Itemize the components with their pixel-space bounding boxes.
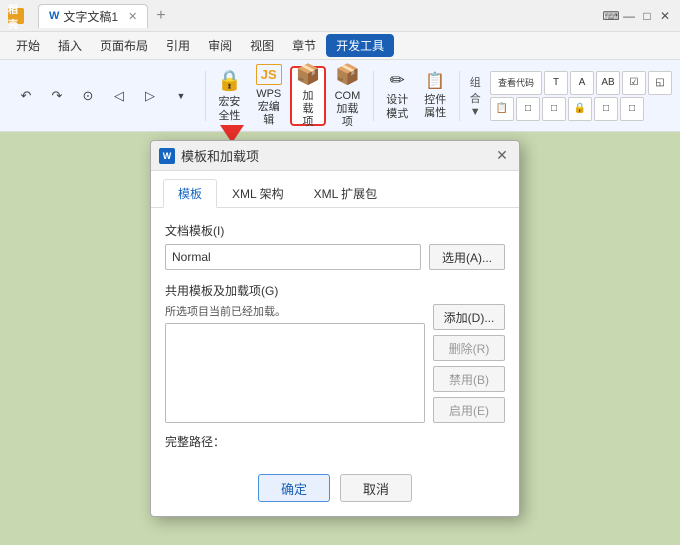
print-btn[interactable]: ⊙	[74, 82, 102, 110]
menu-review[interactable]: 审阅	[200, 34, 240, 57]
add-template-button[interactable]: 添加(D)...	[433, 304, 505, 330]
menu-view[interactable]: 视图	[242, 34, 282, 57]
com-addins-label: COM 加载项	[334, 90, 361, 130]
dialog-title-icon: W	[159, 148, 175, 164]
doc-tab-icon: W	[49, 10, 59, 22]
shared-templates-section: 共用模板及加载项(G) 所选项目当前已经加载。 添加(D)... 删除(R) 禁…	[165, 282, 505, 423]
control-props-icon: 📋	[425, 71, 445, 91]
security-button[interactable]: 🔒 宏安全性	[211, 66, 247, 126]
tr-btn-8[interactable]: □	[542, 97, 566, 121]
js-icon: JS	[256, 64, 282, 85]
dialog-title-text: 模板和加载项	[181, 146, 493, 165]
menu-chapter[interactable]: 章节	[284, 34, 324, 57]
doc-template-label: 文档模板(I)	[165, 222, 505, 239]
tr-btn-10[interactable]: □	[594, 97, 618, 121]
addins-icon: 📦	[296, 62, 321, 87]
select-template-button[interactable]: 选用(A)...	[429, 244, 505, 270]
maximize-icon[interactable]: □	[640, 9, 654, 23]
menu-page-layout[interactable]: 页面布局	[92, 34, 156, 57]
tr-btn-check[interactable]: ☑	[622, 71, 646, 95]
tr-btn-corner[interactable]: ◱	[648, 71, 672, 95]
doc-tab[interactable]: W 文字文稿1 ✕	[38, 4, 148, 28]
doc-template-row: 选用(A)...	[165, 244, 505, 270]
design-mode-icon: ✏	[390, 70, 405, 91]
shared-templates-label: 共用模板及加载项(G)	[165, 282, 425, 299]
doc-tab-close[interactable]: ✕	[128, 10, 137, 23]
security-label: 宏安全性	[217, 96, 241, 122]
full-path-label: 完整路径：	[165, 433, 505, 450]
tr-btn-9[interactable]: 🔒	[568, 97, 592, 121]
shared-templates-actions: 添加(D)... 删除(R) 禁用(B) 启用(E)	[433, 282, 505, 423]
control-props-button[interactable]: 📋 控件属性	[417, 66, 453, 126]
app-logo: 稻壳	[8, 8, 24, 24]
tab-area: W 文字文稿1 ✕ +	[38, 4, 170, 28]
minimize-icon[interactable]: —	[622, 9, 636, 23]
toolbar: ↶ ↷ ⊙ ◁ ▷ ▼ 🔒 宏安全性 JS WPS 宏编辑 📦 加载项 📦 CO…	[0, 60, 680, 132]
dropdown-btn[interactable]: ▼	[167, 82, 195, 110]
menu-start[interactable]: 开始	[8, 34, 48, 57]
security-icon: 🔒	[217, 68, 242, 93]
dialog-tab-xml-extension[interactable]: XML 扩展包	[299, 179, 393, 208]
dialog-tabs: 模板 XML 架构 XML 扩展包	[151, 171, 519, 208]
tr-btn-6[interactable]: 📋	[490, 97, 514, 121]
shared-templates-left: 共用模板及加载项(G) 所选项目当前已经加载。	[165, 282, 425, 423]
next-btn[interactable]: ▷	[136, 82, 164, 110]
undo-btn[interactable]: ↶	[12, 82, 40, 110]
control-props-label: 控件属性	[423, 94, 447, 120]
wps-macro-button[interactable]: JS WPS 宏编辑	[249, 66, 288, 126]
redo-btn[interactable]: ↷	[43, 82, 71, 110]
menu-bar: 开始 插入 页面布局 引用 审阅 视图 章节 开发工具	[0, 32, 680, 60]
dialog-tab-xml-schema[interactable]: XML 架构	[217, 179, 299, 208]
tr-btn-A[interactable]: A	[570, 71, 594, 95]
doc-tab-title: 文字文稿1	[63, 8, 118, 25]
dialog-close-button[interactable]: ✕	[493, 147, 511, 165]
design-mode-button[interactable]: ✏ 设计模式	[379, 66, 415, 126]
remove-template-button[interactable]: 删除(R)	[433, 335, 505, 361]
window-close-icon[interactable]: ✕	[658, 9, 672, 23]
toolbar-right: 查看代码 T A AB ☑ ◱ 📋 □ □ 🔒 □ □	[490, 71, 672, 121]
doc-template-input[interactable]	[165, 244, 421, 270]
addins-label: 加载项	[298, 90, 318, 130]
dialog-footer: 确定 取消	[151, 464, 519, 516]
toolbar-right-row-1: 查看代码 T A AB ☑ ◱	[490, 71, 672, 95]
title-bar: 稻壳 W 文字文稿1 ✕ + ⌨ — □ ✕	[0, 0, 680, 32]
design-mode-label: 设计模式	[385, 94, 409, 120]
enable-template-button[interactable]: 启用(E)	[433, 397, 505, 423]
com-addins-button[interactable]: 📦 COM 加载项	[328, 66, 367, 126]
cancel-button[interactable]: 取消	[340, 474, 412, 502]
dialog-title-bar: W 模板和加载项 ✕	[151, 141, 519, 171]
menu-references[interactable]: 引用	[158, 34, 198, 57]
menu-insert[interactable]: 插入	[50, 34, 90, 57]
menu-dev-tools[interactable]: 开发工具	[326, 34, 394, 57]
combine-label: 组合▼	[466, 74, 488, 118]
disable-template-button[interactable]: 禁用(B)	[433, 366, 505, 392]
tr-btn-T[interactable]: T	[544, 71, 568, 95]
title-bar-left: 稻壳 W 文字文稿1 ✕ +	[8, 4, 170, 28]
tr-btn-AB[interactable]: AB	[596, 71, 620, 95]
prev-btn[interactable]: ◁	[105, 82, 133, 110]
wps-macro-label: WPS 宏编辑	[255, 88, 282, 128]
quick-access-toolbar: ↶ ↷ ⊙ ◁ ▷ ▼	[8, 82, 199, 110]
dialog-templates-addins: W 模板和加载项 ✕ 模板 XML 架构 XML 扩展包 文档模板(I) 选用(…	[150, 140, 520, 517]
view-code-btn[interactable]: 查看代码	[490, 71, 542, 95]
chat-icon[interactable]: ⌨	[604, 9, 618, 23]
toolbar-right-row-2: 📋 □ □ 🔒 □ □	[490, 97, 672, 121]
tr-btn-11[interactable]: □	[620, 97, 644, 121]
tr-btn-7[interactable]: □	[516, 97, 540, 121]
shared-templates-list[interactable]	[165, 323, 425, 423]
dialog-tab-template[interactable]: 模板	[163, 179, 217, 208]
addins-button[interactable]: 📦 加载项	[290, 66, 326, 126]
confirm-button[interactable]: 确定	[258, 474, 330, 502]
dialog-body: 文档模板(I) 选用(A)... 共用模板及加载项(G) 所选项目当前已经加载。…	[151, 208, 519, 464]
com-addins-icon: 📦	[335, 62, 360, 87]
title-bar-controls: ⌨ — □ ✕	[604, 9, 672, 23]
new-tab-button[interactable]: +	[152, 7, 169, 25]
shared-templates-info: 所选项目当前已经加载。	[165, 303, 425, 319]
